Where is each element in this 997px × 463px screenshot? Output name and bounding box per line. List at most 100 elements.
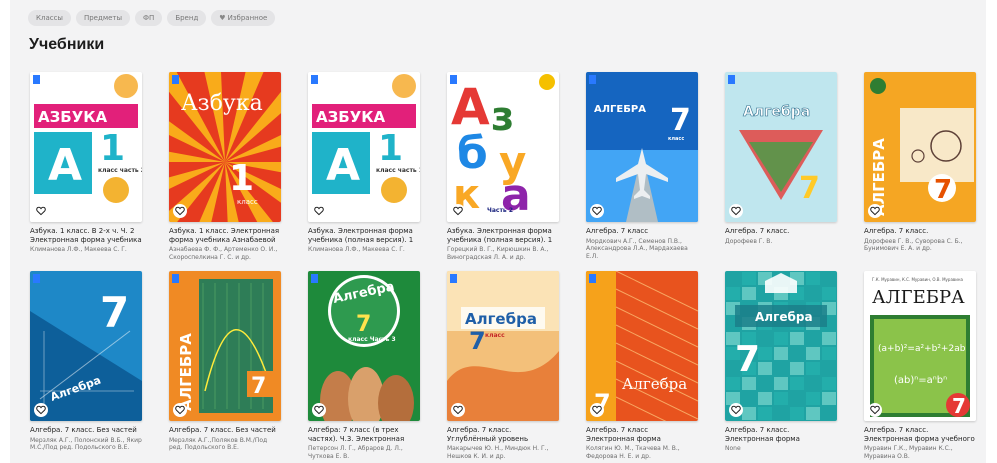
book-card[interactable]: Алгебра 7 Алгебра. 7 класс. Дорофеев Г. В. [725,72,837,245]
cover-text: Алгебра [755,310,813,324]
book-title[interactable]: Алгебра. 7 класс. Углублённый уровень [447,426,559,443]
cover-text: 7 [100,288,129,337]
book-authors: Мордкович А.Г., Семенов П.В., Александро… [586,237,688,260]
book-title[interactable]: Азбука. 1 класс. Электронная форма учебн… [169,227,281,244]
filter-chip[interactable]: ♥ Избранное [211,10,276,26]
favorite-button[interactable] [729,403,743,417]
cover-text: 7 [934,175,952,205]
book-card[interactable]: Алгебра 7 класс Часть 3 Алгебра: 7 класс (в… [308,271,420,460]
book-card[interactable]: АЛГЕБРА 7 класс Алгебра. 7 класс Мордкович А… [586,72,698,260]
favorite-button[interactable] [34,403,48,417]
cover-illustration: АЛГЕБРА 7 [169,271,281,421]
book-cover[interactable]: АЗБУКА А 1 класс часть 1 [308,72,420,222]
cover-illustration: АЛГЕБРА 7 [864,72,976,222]
grid-tile [774,332,788,345]
filter-chip[interactable]: ФП [135,10,163,26]
book-title[interactable]: Алгебра. 7 класс. [725,227,837,236]
book-cover[interactable]: АЗБУКА А 1 класс часть 2 [30,72,142,222]
publisher-logo [311,75,318,84]
book-cover[interactable]: Алгебра 7 класс Часть 3 [308,271,420,421]
heart-icon [175,206,185,216]
book-authors: Климанова Л.Ф., Макеева С. Г. [30,246,127,253]
book-cover[interactable]: Алгебра 7 класс [447,271,559,421]
favorite-button[interactable] [173,204,187,218]
book-card[interactable]: Г.К. Муравин, К.С. Муравин, О.В. Муравин… [864,271,976,460]
book-card[interactable]: АЛГЕБРА 7 Алгебра. 7 класс. Дорофеев Г. В.,… [864,72,976,253]
filter-chip-label: Классы [36,14,63,22]
grid-tile [790,407,804,420]
book-title[interactable]: Азбука. Электронная форма учебника (полн… [308,227,420,244]
favorite-button[interactable] [729,204,743,218]
cover-text: 7 [670,103,691,138]
heart-outline [175,405,185,415]
cover-text: 7 [735,339,760,380]
book-card[interactable]: Алгебра 7 Алгебра. 7 класс. Электронная фо… [725,271,837,453]
favorite-button[interactable] [312,403,326,417]
book-cover[interactable]: 7 Алгебра [586,271,698,421]
book-card[interactable]: 7 Алгебра Алгебра. 7 класс. Без частей Мерз… [30,271,142,452]
heart-icon [175,405,185,415]
favorite-button[interactable] [451,204,465,218]
cover-illustration: АЗБУКА А 1класс часть 2 [30,72,142,222]
book-cover[interactable]: Алгебра 7 [725,72,837,222]
favorite-button[interactable] [868,403,882,417]
filter-chip-label: Предметы [83,14,123,22]
grid-tile [822,332,836,345]
cover-text: 1 [378,128,403,169]
book-title[interactable]: Алгебра. 7 класс [586,227,698,236]
cover-text: 7 [251,374,266,399]
favorite-button[interactable] [173,403,187,417]
book-authors: Азнабаева Ф. Ф., Артеменко О. И., Скорос… [169,246,278,261]
cover-text: АЛГЕБРА [594,104,646,115]
favorite-button[interactable] [34,204,48,218]
cover-illustration: АЛГЕБРА 7класс [586,72,698,222]
book-authors: Макарычев Ю. Н., Миндюк Н. Г., Нешков К.… [447,445,549,460]
book-title[interactable]: Алгебра. 7 класс Электронная форма учебн… [586,426,698,443]
book-card[interactable]: Алгебра 7 класс Алгебра. 7 класс. Углублённ… [447,271,559,460]
book-cover[interactable]: АЛГЕБРА 7 класс [586,72,698,222]
book-cover[interactable]: Алгебра 7 [725,271,837,421]
book-cover[interactable]: 7 Алгебра [30,271,142,421]
book-title[interactable]: Алгебра. 7 класс. Электронная форма учеб… [864,426,976,443]
cover-text: класс [237,198,258,206]
filter-chip[interactable]: Предметы [75,10,131,26]
publisher-logo [172,274,179,283]
favorite-button[interactable] [590,204,604,218]
favorite-button[interactable] [868,204,882,218]
book-card[interactable]: АЗБУКА А 1 класс часть 1 Азбука. Электронная… [308,72,420,254]
heart-outline [36,206,46,216]
favorite-button[interactable] [590,403,604,417]
book-title[interactable]: Алгебра. 7 класс. Без частей [30,426,142,435]
grid-tile [822,392,836,405]
book-authors: Муравин Г.К., Муравин К.С., Муравина О.В… [864,445,953,460]
cover-illustration: Алгебра 7 [725,271,837,421]
book-cover[interactable]: Г.К. Муравин, К.С. Муравин, О.В. Муравин… [864,271,976,421]
sun-icon [114,74,138,98]
grid-tile [790,332,804,345]
filter-chip[interactable]: Бренд [167,10,207,26]
book-card[interactable]: 7 Алгебра Алгебра. 7 класс Электронная фор… [586,271,698,460]
favorite-button[interactable] [312,204,326,218]
grid-tile [758,392,772,405]
cover-text: класс [668,136,684,142]
book-title[interactable]: Алгебра. 7 класс. Без частей [169,426,281,435]
book-title[interactable]: Алгебра. 7 класс. Электронная форма учеб… [725,426,837,443]
cover-text: АЗБУКА [38,108,108,126]
grid-tile [742,407,756,420]
book-title[interactable]: Азбука. 1 класс. В 2-х ч. Ч. 2 Электронн… [30,227,142,244]
book-card[interactable]: Азбука 1 класс Азбука. 1 класс. Электронная… [169,72,281,261]
book-cover[interactable]: АЛГЕБРА 7 [169,271,281,421]
book-card[interactable]: АЗБУКА А 1 класс часть 2 Азбука. 1 класс. В … [30,72,142,254]
book-cover[interactable]: АЛГЕБРА 7 [864,72,976,222]
book-cover[interactable]: Аз б у к а Часть 2 [447,72,559,222]
book-title[interactable]: Азбука. Электронная форма учебника (полн… [447,227,559,244]
favorite-button[interactable] [451,403,465,417]
book-card[interactable]: Аз б у к а Часть 2 Азбука. Электронная форма у… [447,72,559,261]
book-title[interactable]: Алгебра: 7 класс (в трех частях). Ч.3. Э… [308,426,420,443]
book-cover[interactable]: Азбука 1 класс [169,72,281,222]
heart-outline [36,405,46,415]
book-title[interactable]: Алгебра. 7 класс. [864,227,976,236]
publisher-logo [172,75,179,84]
filter-chip[interactable]: Классы [28,10,71,26]
book-card[interactable]: АЛГЕБРА 7 Алгебра. 7 класс. Без частей Мерз… [169,271,281,452]
